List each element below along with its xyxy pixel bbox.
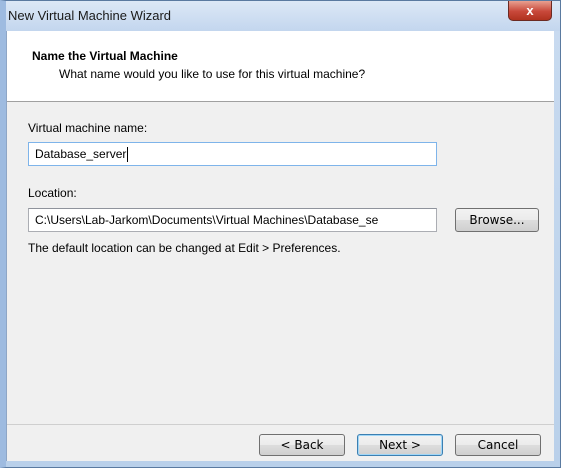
vm-name-value: Database_server: [35, 147, 127, 161]
close-button[interactable]: x: [508, 1, 552, 21]
wizard-body: Name the Virtual Machine What name would…: [6, 31, 554, 461]
title-bar[interactable]: New Virtual Machine Wizard x: [6, 1, 560, 31]
vm-name-label: Virtual machine name:: [28, 121, 148, 135]
browse-button[interactable]: Browse...: [455, 208, 539, 232]
window-title: New Virtual Machine Wizard: [8, 8, 172, 23]
page-title: Name the Virtual Machine: [32, 49, 178, 63]
location-input[interactable]: C:\Users\Lab-Jarkom\Documents\Virtual Ma…: [28, 208, 437, 232]
footer-divider: [7, 424, 554, 425]
location-value: C:\Users\Lab-Jarkom\Documents\Virtual Ma…: [35, 213, 379, 227]
page-subtitle: What name would you like to use for this…: [59, 67, 366, 81]
text-caret: [127, 146, 129, 162]
close-icon: x: [526, 3, 534, 18]
cancel-button[interactable]: Cancel: [455, 434, 541, 456]
wizard-window: New Virtual Machine Wizard x Name the Vi…: [0, 0, 561, 468]
back-button[interactable]: < Back: [259, 434, 345, 456]
wizard-header: Name the Virtual Machine What name would…: [7, 31, 554, 102]
next-button[interactable]: Next >: [357, 434, 443, 456]
location-label: Location:: [28, 186, 77, 200]
location-hint: The default location can be changed at E…: [28, 241, 341, 255]
vm-name-input[interactable]: Database_server: [28, 142, 437, 166]
